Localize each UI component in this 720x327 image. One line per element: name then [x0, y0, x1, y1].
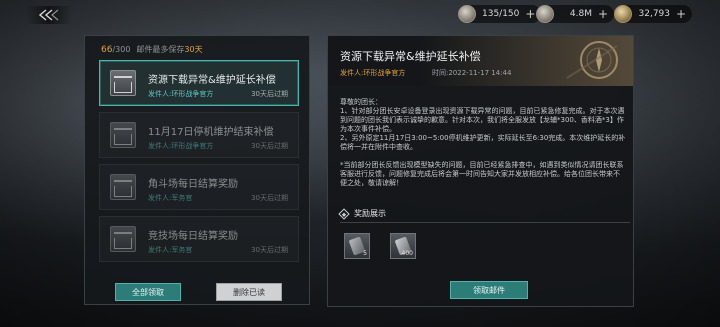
mail-item[interactable]: 11月17日停机维护结束补偿 发件人:环形战争官方 30天后过期	[99, 112, 299, 158]
delete-read-button[interactable]: 删除已读	[216, 283, 282, 301]
claim-all-button[interactable]: 全部领取	[115, 283, 181, 301]
mail-body: 尊敬的团长： 1、针对部分团长安卓设备登录出现资源下载异常的问题，目前已紧急修复…	[340, 98, 626, 197]
mail-storage-note: 邮件最多保存	[136, 45, 185, 54]
mail-count-header: 66/300 邮件最多保存30天	[101, 44, 203, 55]
claim-mail-button[interactable]: 领取邮件	[450, 281, 528, 299]
reward-item[interactable]: 5	[344, 233, 370, 259]
mail-item[interactable]: 竞技场每日结算奖励 发件人:军务官 30天后过期	[99, 216, 299, 262]
mail-title: 竞技场每日结算奖励	[148, 231, 238, 242]
mail-sender: 发件人:环形战争官方	[148, 90, 214, 98]
mail-title: 资源下载异常&维护延长补偿	[148, 75, 276, 86]
mail-expiry: 30天后过期	[251, 194, 288, 202]
gold-value: 32,793	[638, 9, 671, 19]
silver-resource: 4.8M +	[536, 5, 615, 23]
mail-body-paragraph: *当前部分团长反馈出现模型缺失的问题，目前已经紧急排查中，如遇到类似情况请团长联…	[340, 161, 624, 187]
reward-item[interactable]: 400	[390, 233, 416, 259]
ration-resource: 135/150 +	[458, 5, 542, 23]
mail-envelope-icon	[110, 122, 136, 148]
mail-storage-days: 30天	[184, 45, 203, 54]
mail-sender: 发件人:环形战争官方	[148, 142, 214, 150]
mail-detail-time: 时间:2022-11-17 14:44	[432, 69, 512, 77]
mail-count: 66	[101, 44, 113, 55]
reward-qty: 5	[363, 250, 367, 257]
mail-envelope-icon	[110, 174, 136, 200]
gold-coin-icon	[614, 5, 632, 23]
back-arrow-icon	[38, 9, 59, 21]
reward-header-label: 奖励展示	[354, 209, 386, 218]
mail-title: 11月17日停机维护结束补偿	[148, 127, 274, 138]
mail-title: 角斗场每日结算奖励	[148, 179, 238, 190]
mail-body-paragraph: 尊敬的团长： 1、针对部分团长安卓设备登录出现资源下载异常的问题，目前已紧急修复…	[340, 98, 626, 151]
mail-detail-title: 资源下载异常&维护延长补偿	[340, 50, 481, 63]
mail-envelope-icon	[110, 226, 136, 252]
reward-qty: 400	[401, 250, 413, 257]
back-button[interactable]	[26, 6, 72, 24]
add-ration-button[interactable]: +	[525, 8, 535, 20]
mail-detail-header: 资源下载异常&维护延长补偿 发件人:环形战争官方 时间:2022-11-17 1…	[328, 36, 633, 86]
compass-icon	[566, 41, 618, 79]
mail-item[interactable]: 角斗场每日结算奖励 发件人:军务官 30天后过期	[99, 164, 299, 210]
mail-expiry: 30天后过期	[251, 246, 288, 254]
mail-max: /300	[112, 44, 131, 54]
mail-detail-sender: 发件人:环形战争官方	[340, 69, 406, 77]
mail-sender: 发件人:军务官	[148, 194, 193, 202]
mail-sender: 发件人:军务官	[148, 246, 193, 254]
gold-resource: 32,793 +	[614, 5, 693, 23]
mail-detail-panel: 资源下载异常&维护延长补偿 发件人:环形战争官方 时间:2022-11-17 1…	[327, 35, 634, 307]
add-silver-button[interactable]: +	[598, 8, 608, 20]
silver-value: 4.8M	[569, 9, 592, 19]
mail-expiry: 30天后过期	[251, 142, 288, 150]
ration-value: 135/150	[482, 9, 520, 19]
mail-expiry: 30天后过期	[251, 90, 288, 98]
silver-coin-icon	[536, 5, 554, 23]
ration-icon	[458, 5, 476, 23]
diamond-bullet-icon	[338, 207, 350, 220]
mail-item[interactable]: 资源下载异常&维护延长补偿 发件人:环形战争官方 30天后过期	[99, 60, 299, 106]
reward-divider	[340, 222, 630, 223]
mail-list-panel: 66/300 邮件最多保存30天 资源下载异常&维护延长补偿 发件人:环形战争官…	[84, 35, 310, 305]
add-gold-button[interactable]: +	[676, 8, 686, 20]
mail-envelope-icon	[110, 70, 136, 96]
reward-header: 奖励展示	[338, 207, 386, 220]
mail-list: 资源下载异常&维护延长补偿 发件人:环形战争官方 30天后过期 11月17日停机…	[99, 60, 299, 268]
